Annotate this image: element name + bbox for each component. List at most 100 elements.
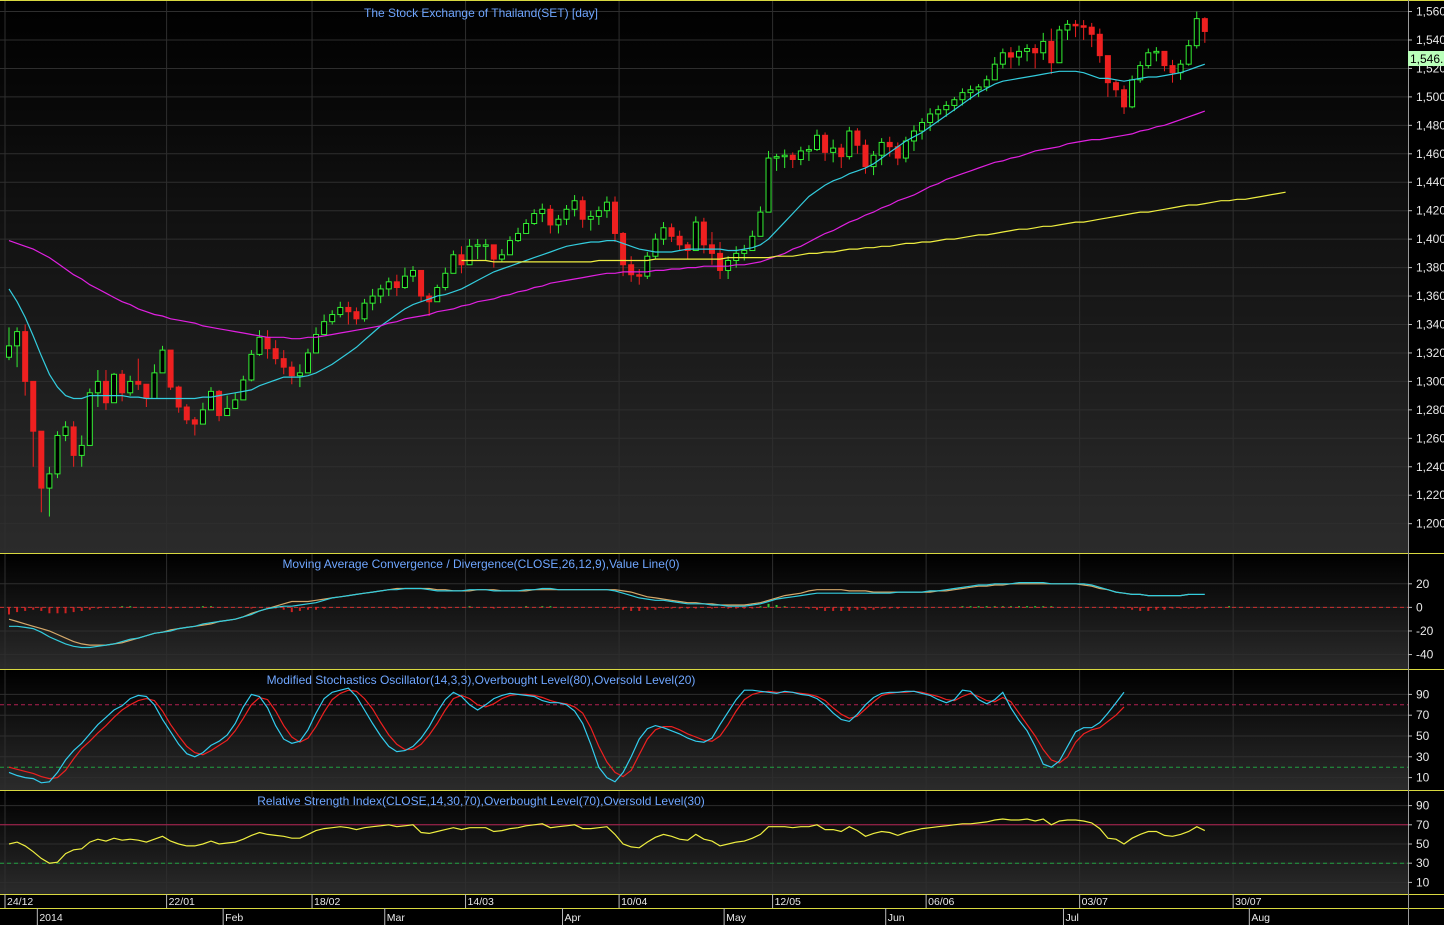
candle-body — [345, 306, 352, 313]
candle-body — [30, 380, 37, 432]
candle-body — [361, 302, 368, 320]
candle-body — [579, 200, 586, 220]
candle-body — [1032, 48, 1039, 54]
x-month-label: Feb — [225, 912, 243, 924]
candle-body — [943, 104, 950, 111]
candle-body — [854, 130, 861, 146]
candle-body — [628, 264, 635, 276]
y-tick-label: 70 — [1416, 818, 1430, 832]
candle-body — [515, 232, 522, 242]
last-price-value: 1,546. — [1410, 52, 1443, 66]
y-tick-label: 70 — [1416, 708, 1430, 722]
candle-body — [288, 366, 295, 377]
candle-body — [102, 380, 109, 404]
x-tick-label: 30/07 — [1235, 896, 1261, 908]
candle-body — [1064, 23, 1071, 31]
candle — [111, 372, 118, 404]
candle-body — [676, 235, 683, 246]
candle-body — [248, 353, 255, 381]
y-tick-label: 1,380 — [1416, 261, 1444, 275]
candle-body — [321, 321, 328, 335]
y-tick-label: 1,460 — [1416, 147, 1444, 161]
price-panel-bg — [0, 0, 1408, 553]
candle-body — [935, 109, 942, 115]
candle-body — [652, 238, 659, 257]
y-tick-label: 1,480 — [1416, 118, 1444, 132]
candle-body — [111, 373, 118, 404]
candle-body — [959, 92, 966, 101]
x-tick-label: 14/03 — [468, 896, 494, 908]
x-month-label: Apr — [565, 912, 582, 924]
candle-body — [539, 208, 546, 215]
candle-body — [183, 406, 190, 421]
candle-body — [967, 89, 974, 94]
candle-body — [1056, 29, 1063, 64]
candle — [86, 388, 93, 446]
candle-body — [805, 149, 812, 152]
candle-body — [1088, 26, 1095, 35]
candle-body — [199, 409, 206, 425]
candle-body — [531, 213, 538, 224]
candle-body — [563, 208, 570, 220]
candle-body — [999, 52, 1006, 65]
y-tick-label: 1,200 — [1416, 517, 1444, 531]
candle-body — [878, 141, 885, 156]
candle-body — [94, 380, 101, 394]
stoch-panel-bg — [0, 670, 1408, 790]
candle-body — [450, 254, 457, 274]
candle-body — [434, 287, 441, 303]
candle-body — [14, 331, 21, 347]
x-tick-label: 24/12 — [7, 896, 33, 908]
candle-body — [54, 434, 61, 475]
x-month-label: Jun — [888, 912, 905, 924]
y-tick-label: 90 — [1416, 687, 1430, 701]
candle-body — [62, 426, 69, 436]
y-tick-label: 30 — [1416, 750, 1430, 764]
candle-body — [822, 134, 829, 153]
candle-body — [595, 210, 602, 217]
candle-body — [603, 201, 610, 212]
candle-body — [1007, 52, 1014, 58]
candle-body — [38, 430, 45, 489]
candle-body — [410, 269, 416, 277]
candle-body — [1048, 40, 1055, 64]
candle-body — [46, 473, 53, 489]
candle-body — [22, 331, 29, 382]
candle-body — [369, 295, 376, 304]
candle-body — [733, 252, 740, 261]
y-tick-label: -40 — [1416, 648, 1434, 662]
x-month-label: Jul — [1065, 912, 1078, 924]
candle-body — [418, 269, 425, 297]
candle — [248, 350, 255, 382]
candle-body — [781, 154, 788, 158]
y-tick-label: 1,500 — [1416, 90, 1444, 104]
price-panel-title: The Stock Exchange of Thailand(SET) [day… — [364, 6, 598, 20]
y-tick-label: 1,220 — [1416, 488, 1444, 502]
chart-canvas[interactable]: 1,200 1,220 1,240 1,260 1,280 1,300 1,320 1,340… — [0, 0, 1444, 925]
candle-body — [256, 336, 263, 355]
candle — [159, 345, 166, 374]
candle-body — [167, 349, 174, 388]
stock-chart-window: 1,200 1,220 1,240 1,260 1,280 1,300 1,320 1,340… — [0, 0, 1444, 925]
candle-body — [458, 254, 465, 266]
candle-body — [927, 113, 934, 123]
candle-body — [127, 380, 134, 394]
candle-body — [1201, 18, 1208, 32]
candle-body — [393, 281, 400, 289]
y-tick-label: 50 — [1416, 837, 1430, 851]
x-tick-label: 06/06 — [928, 896, 954, 908]
candle-body — [1040, 40, 1047, 54]
candle-body — [1096, 33, 1103, 57]
candle-body — [240, 379, 247, 401]
candle-body — [337, 306, 344, 316]
candle-body — [1080, 25, 1087, 28]
y-tick-label: 1,440 — [1416, 175, 1444, 189]
y-tick-label: 0 — [1416, 600, 1423, 614]
candle-body — [1112, 82, 1119, 91]
candle-body — [838, 147, 845, 158]
candle-body — [1185, 45, 1192, 65]
candle — [846, 126, 853, 160]
candle-body — [264, 336, 271, 350]
candle-body — [385, 281, 392, 290]
candle-body — [991, 63, 998, 81]
